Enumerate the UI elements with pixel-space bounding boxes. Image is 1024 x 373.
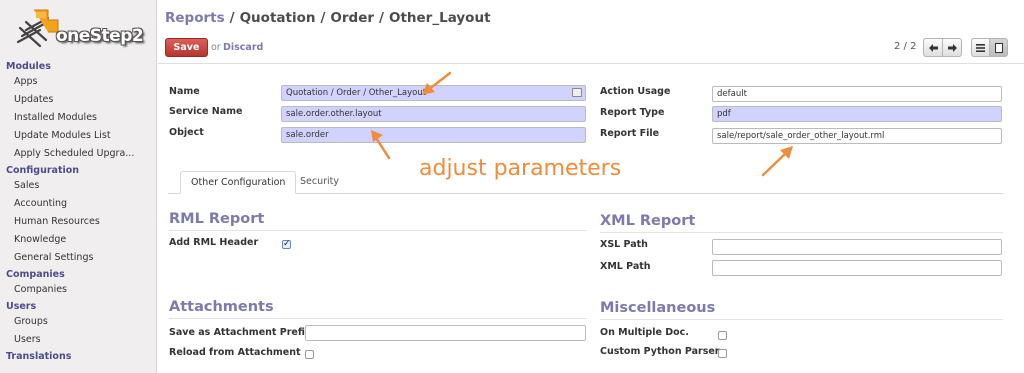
sidebar-item-users[interactable]: Users [0,331,157,349]
logo-text: oneStep2 [56,26,144,46]
annotation-arrow-icon [761,146,793,177]
xsl-path-label: XSL Path [600,239,648,250]
custom-python-parser-label: Custom Python Parser [600,346,720,357]
add-rml-header-label: Add RML Header [169,237,259,248]
on-multiple-doc-label: On Multiple Doc. [600,327,689,338]
list-view-icon [976,43,985,52]
logo-steps-icon [16,9,59,48]
menu-group-translations: Translations [0,351,157,363]
breadcrumb-part: Quotation [239,10,316,26]
form-view-icon [994,42,1003,53]
sidebar: oneStep2 Modules Apps Updates Installed … [0,0,157,373]
action-usage-label: Action Usage [600,86,671,97]
report-type-label: Report Type [600,107,665,118]
xml-section-rule [600,232,1003,233]
next-record-button[interactable] [942,38,962,57]
header-divider [158,63,1024,64]
rml-report-heading: RML Report [169,211,265,227]
object-field[interactable]: sale.order [281,127,586,143]
custom-python-parser-checkbox[interactable] [718,349,727,358]
arrow-right-icon [947,43,957,52]
attachments-section-rule [169,318,587,319]
sidebar-item-update-modules-list[interactable]: Update Modules List [0,127,157,145]
form-view-button[interactable] [989,38,1008,57]
name-value: Quotation / Order / Other_Layout [286,88,427,98]
service-name-label: Service Name [169,106,243,117]
translate-icon[interactable] [572,88,582,97]
attachment-prefix-label: Save as Attachment Prefix [169,327,312,338]
previous-record-button[interactable] [923,38,943,57]
name-label: Name [169,86,200,97]
add-rml-header-checkbox[interactable]: ✓ [282,240,291,249]
reload-from-attachment-label: Reload from Attachment [169,347,301,358]
reload-from-attachment-checkbox[interactable] [305,350,314,359]
tab-other-configuration[interactable]: Other Configuration [180,171,297,194]
sidebar-section-companies: Companies [6,269,65,280]
save-button[interactable]: Save [165,38,208,57]
menu-group-modules: Modules Apps Updates Installed Modules U… [0,61,157,163]
sidebar-section-users: Users [6,301,37,312]
sidebar-menu: Modules Apps Updates Installed Modules U… [0,61,157,363]
attachments-heading: Attachments [169,299,274,315]
sidebar-item-sales[interactable]: Sales [0,177,157,195]
breadcrumb-separator: / [379,10,384,26]
sidebar-item-human-resources[interactable]: Human Resources [0,213,157,231]
sidebar-item-groups[interactable]: Groups [0,313,157,331]
report-file-field[interactable]: sale/report/sale_order_other_layout.rml [712,128,1002,144]
sidebar-item-apply-scheduled-upgrades[interactable]: Apply Scheduled Upgra... [0,145,157,163]
list-view-button[interactable] [971,38,990,57]
annotation-arrow-icon [422,71,452,95]
breadcrumb-current: Other_Layout [388,10,491,26]
menu-group-configuration: Configuration Sales Accounting Human Res… [0,165,157,267]
on-multiple-doc-checkbox[interactable] [718,331,727,340]
rml-section-rule [169,230,587,231]
breadcrumb: Reports / Quotation / Order / Other_Layout [165,10,491,26]
sidebar-section-translations: Translations [6,351,72,362]
sidebar-item-general-settings[interactable]: General Settings [0,249,157,267]
sidebar-item-accounting[interactable]: Accounting [0,195,157,213]
sidebar-item-installed-modules[interactable]: Installed Modules [0,109,157,127]
annotation-text: adjust parameters [419,156,622,181]
report-file-label: Report File [600,128,660,139]
miscellaneous-heading: Miscellaneous [600,300,716,316]
sidebar-item-updates[interactable]: Updates [0,91,157,109]
service-name-field[interactable]: sale.order.other.layout [281,106,586,122]
xml-report-heading: XML Report [600,213,696,229]
xml-path-label: XML Path [600,261,651,272]
pager-counter: 2 / 2 [894,41,917,52]
app-logo[interactable]: oneStep2 [14,6,154,52]
sidebar-item-apps[interactable]: Apps [0,73,157,91]
annotation-arrow-icon [371,130,391,160]
sidebar-item-companies[interactable]: Companies [0,281,157,299]
sidebar-section-modules: Modules [6,61,51,72]
object-label: Object [169,127,204,138]
menu-group-users: Users Groups Users [0,301,157,349]
sidebar-item-knowledge[interactable]: Knowledge [0,231,157,249]
xml-path-field[interactable] [712,260,1002,276]
action-usage-field[interactable]: default [712,86,1002,102]
report-type-field[interactable]: pdf [712,106,1002,122]
tab-security[interactable]: Security [290,171,349,194]
arrow-left-icon [928,43,938,52]
breadcrumb-part: Order [330,10,375,26]
xsl-path-field[interactable] [712,239,1002,255]
breadcrumb-reports-link[interactable]: Reports [165,10,225,26]
menu-group-companies: Companies Companies [0,269,157,299]
misc-section-rule [600,319,1003,320]
breadcrumb-separator: / [229,10,235,26]
attachment-prefix-field[interactable] [305,325,586,341]
or-text: or [211,42,221,53]
sidebar-section-configuration: Configuration [6,165,80,176]
discard-link[interactable]: Discard [223,42,263,53]
breadcrumb-separator: / [320,10,326,26]
